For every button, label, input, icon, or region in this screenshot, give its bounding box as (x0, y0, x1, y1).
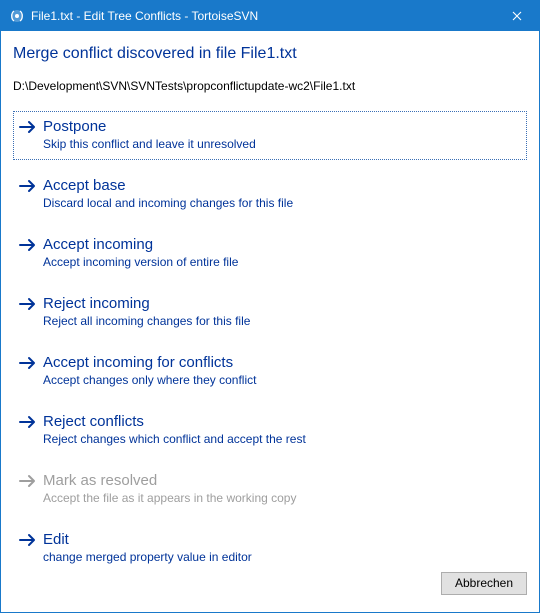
option-title: Accept base (43, 177, 521, 195)
option-title: Postpone (43, 118, 521, 136)
option-desc: Accept the file as it appears in the wor… (43, 491, 521, 506)
option-title: Mark as resolved (43, 472, 521, 490)
option-desc: change merged property value in editor (43, 550, 521, 564)
option-texts: Reject conflictsReject changes which con… (43, 413, 521, 447)
option-texts: Reject incomingReject all incoming chang… (43, 295, 521, 329)
app-icon (9, 8, 25, 24)
arrow-right-icon (19, 238, 39, 252)
option-texts: Accept incoming for conflictsAccept chan… (43, 354, 521, 388)
option-texts: PostponeSkip this conflict and leave it … (43, 118, 521, 152)
window-title: File1.txt - Edit Tree Conflicts - Tortoi… (31, 9, 494, 23)
option-desc: Discard local and incoming changes for t… (43, 196, 521, 211)
option-row[interactable]: PostponeSkip this conflict and leave it … (13, 111, 527, 160)
option-desc: Skip this conflict and leave it unresolv… (43, 137, 521, 152)
option-desc: Reject all incoming changes for this fil… (43, 314, 521, 329)
option-title: Accept incoming for conflicts (43, 354, 521, 372)
arrow-right-icon (19, 179, 39, 193)
arrow-right-icon (19, 533, 39, 547)
option-row[interactable]: Accept baseDiscard local and incoming ch… (13, 170, 527, 219)
option-row[interactable]: Accept incoming for conflictsAccept chan… (13, 347, 527, 396)
option-row[interactable]: Reject conflictsReject changes which con… (13, 406, 527, 455)
titlebar[interactable]: File1.txt - Edit Tree Conflicts - Tortoi… (1, 1, 539, 31)
footer: Abbrechen (1, 564, 539, 612)
option-texts: Accept incomingAccept incoming version o… (43, 236, 521, 270)
option-row[interactable]: Reject incomingReject all incoming chang… (13, 288, 527, 337)
option-desc: Accept changes only where they conflict (43, 373, 521, 388)
option-title: Accept incoming (43, 236, 521, 254)
close-icon (512, 11, 522, 21)
option-desc: Accept incoming version of entire file (43, 255, 521, 270)
arrow-right-icon (19, 415, 39, 429)
file-path: D:\Development\SVN\SVNTests\propconflict… (13, 79, 527, 93)
option-title: Reject incoming (43, 295, 521, 313)
option-row: Mark as resolvedAccept the file as it ap… (13, 465, 527, 514)
cancel-button[interactable]: Abbrechen (441, 572, 527, 595)
arrow-right-icon (19, 356, 39, 370)
option-row[interactable]: Accept incomingAccept incoming version o… (13, 229, 527, 278)
option-row[interactable]: Editchange merged property value in edit… (13, 524, 527, 564)
close-button[interactable] (494, 1, 539, 31)
option-texts: Editchange merged property value in edit… (43, 531, 521, 564)
option-title: Edit (43, 531, 521, 549)
option-desc: Reject changes which conflict and accept… (43, 432, 521, 447)
dialog-window: File1.txt - Edit Tree Conflicts - Tortoi… (0, 0, 540, 613)
option-texts: Mark as resolvedAccept the file as it ap… (43, 472, 521, 506)
content-area: Merge conflict discovered in file File1.… (1, 31, 539, 564)
option-title: Reject conflicts (43, 413, 521, 431)
arrow-right-icon (19, 474, 39, 488)
page-title: Merge conflict discovered in file File1.… (13, 45, 527, 63)
arrow-right-icon (19, 297, 39, 311)
options-list: PostponeSkip this conflict and leave it … (13, 111, 527, 564)
arrow-right-icon (19, 120, 39, 134)
option-texts: Accept baseDiscard local and incoming ch… (43, 177, 521, 211)
